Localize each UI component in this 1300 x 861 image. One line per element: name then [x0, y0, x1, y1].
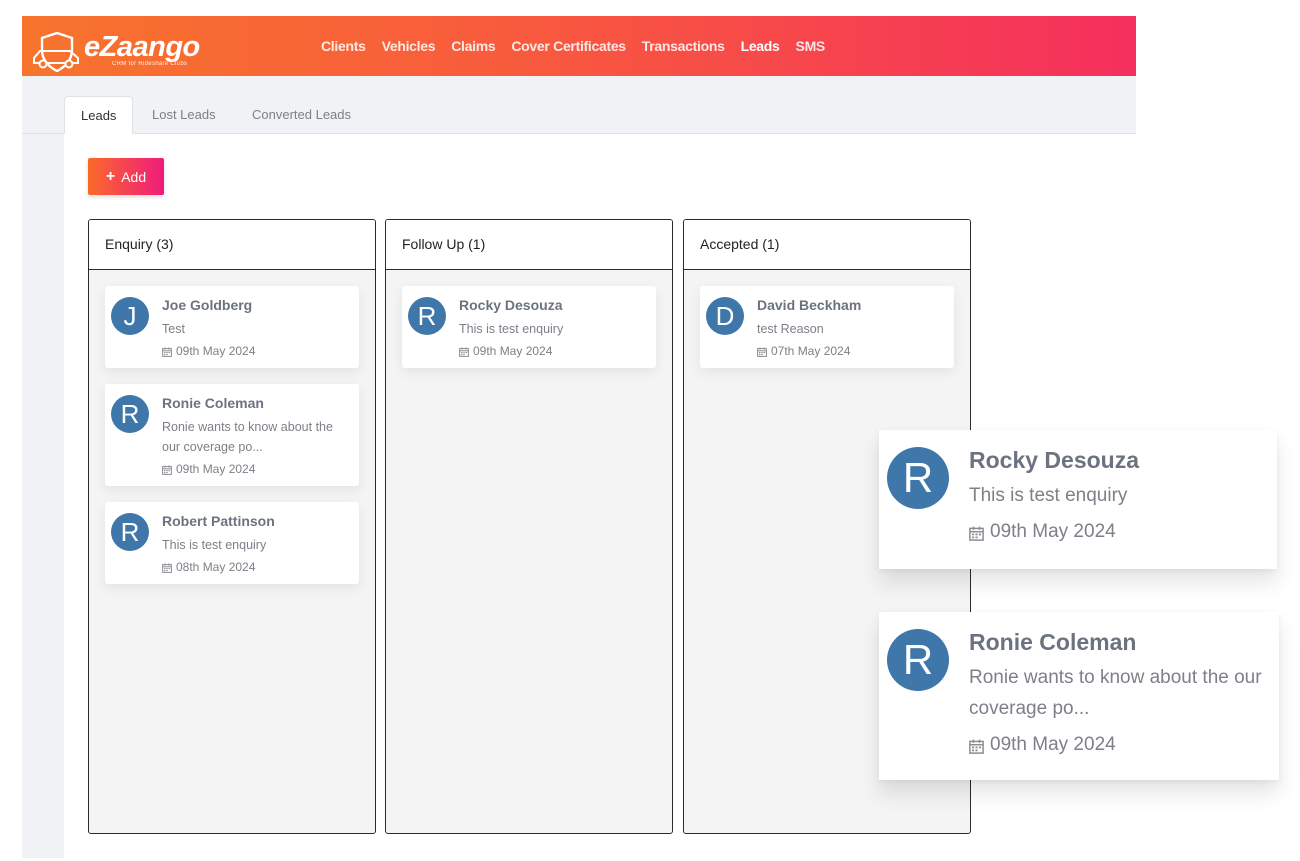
- nav-clients[interactable]: Clients: [321, 38, 366, 54]
- calendar-icon: [162, 346, 172, 357]
- zoom-card-ronie[interactable]: R Ronie Coleman Ronie wants to know about …: [879, 612, 1279, 780]
- nav-cover-certificates[interactable]: Cover Certificates: [511, 38, 626, 54]
- nav-leads[interactable]: Leads: [741, 38, 780, 54]
- lead-date: 08th May 2024: [162, 560, 349, 574]
- add-lead-button[interactable]: + Add: [88, 158, 164, 195]
- lead-name: Ronie Coleman: [162, 395, 264, 411]
- lead-date-text: 09th May 2024: [990, 521, 1116, 542]
- tab-leads[interactable]: Leads: [64, 96, 134, 134]
- avatar: J: [111, 297, 149, 335]
- avatar: R: [887, 447, 949, 509]
- avatar: R: [111, 395, 149, 433]
- column-title: Enquiry (3): [89, 220, 375, 270]
- lead-card[interactable]: J Joe Goldberg Test 09th May 2024: [105, 286, 359, 368]
- avatar: R: [887, 629, 949, 691]
- lead-date-text: 09th May 2024: [990, 734, 1116, 755]
- lead-description: test Reason: [757, 322, 824, 336]
- lead-date-text: 09th May 2024: [176, 462, 256, 476]
- leads-tabs: Leads Lost Leads Converted Leads: [22, 76, 1136, 134]
- calendar-icon: [969, 738, 984, 754]
- nav-claims[interactable]: Claims: [451, 38, 495, 54]
- lead-date-text: 09th May 2024: [473, 344, 553, 358]
- lead-name: Rocky Desouza: [459, 297, 563, 313]
- tab-converted-leads[interactable]: Converted Leads: [236, 96, 367, 134]
- lead-date: 09th May 2024: [459, 344, 646, 358]
- lead-name: David Beckham: [757, 297, 862, 313]
- brand-tagline: CRM for Rideshare Clubs: [112, 61, 188, 67]
- lead-description: This is test enquiry: [162, 538, 267, 552]
- lead-name: Joe Goldberg: [162, 297, 253, 313]
- main-nav: Clients Vehicles Claims Cover Certificates T…: [321, 38, 825, 54]
- column-title: Follow Up (1): [386, 220, 672, 270]
- lead-card[interactable]: R Ronie Coleman Ronie wants to know about …: [105, 384, 359, 486]
- lead-description: Test: [162, 322, 185, 336]
- nav-vehicles[interactable]: Vehicles: [382, 38, 436, 54]
- lead-card[interactable]: D David Beckham test Reason 07th May 2024: [700, 286, 954, 368]
- nav-sms[interactable]: SMS: [796, 38, 826, 54]
- calendar-icon: [162, 562, 172, 573]
- column-title: Accepted (1): [684, 220, 970, 270]
- brand-name: eZaango: [84, 31, 200, 63]
- tab-lost-leads[interactable]: Lost Leads: [136, 96, 232, 134]
- brand-logo[interactable]: eZaango CRM for Rideshare Clubs: [32, 32, 200, 72]
- calendar-icon: [162, 464, 172, 475]
- add-button-label: Add: [121, 168, 147, 185]
- lead-description: Ronie wants to know about the our covera…: [162, 420, 333, 454]
- lead-description: This is test enquiry: [969, 485, 1128, 506]
- lead-name: Ronie Coleman: [969, 629, 1137, 655]
- lead-card[interactable]: R Robert Pattinson This is test enquiry 08t…: [105, 502, 359, 584]
- zoom-card-rocky[interactable]: R Rocky Desouza This is test enquiry 09th M…: [879, 430, 1277, 569]
- lead-date-text: 07th May 2024: [771, 344, 851, 358]
- calendar-icon: [459, 346, 469, 357]
- shield-car-icon: [33, 32, 79, 72]
- calendar-icon: [969, 525, 984, 541]
- lead-date: 09th May 2024: [969, 734, 1263, 756]
- avatar: R: [408, 297, 446, 335]
- lead-date: 09th May 2024: [162, 344, 349, 358]
- column-follow-up: Follow Up (1) R Rocky Desouza This is test…: [385, 219, 673, 834]
- lead-date-text: 08th May 2024: [176, 560, 256, 574]
- plus-icon: +: [105, 167, 116, 185]
- lead-name: Rocky Desouza: [969, 447, 1140, 473]
- lead-description: This is test enquiry: [459, 322, 564, 336]
- lead-card[interactable]: R Rocky Desouza This is test enquiry 09th M…: [402, 286, 656, 368]
- lead-description: Ronie wants to know about the our covera…: [969, 667, 1262, 719]
- lead-name: Robert Pattinson: [162, 513, 275, 529]
- lead-date: 09th May 2024: [162, 462, 349, 476]
- column-enquiry: Enquiry (3) J Joe Goldberg Test 09th May 20…: [88, 219, 376, 834]
- avatar: R: [111, 513, 149, 551]
- lead-date-text: 09th May 2024: [176, 344, 256, 358]
- nav-transactions[interactable]: Transactions: [642, 38, 725, 54]
- lead-date: 09th May 2024: [969, 521, 1261, 543]
- avatar: D: [706, 297, 744, 335]
- lead-date: 07th May 2024: [757, 344, 944, 358]
- calendar-icon: [757, 346, 767, 357]
- top-navbar: eZaango CRM for Rideshare Clubs Clients V…: [22, 16, 1136, 76]
